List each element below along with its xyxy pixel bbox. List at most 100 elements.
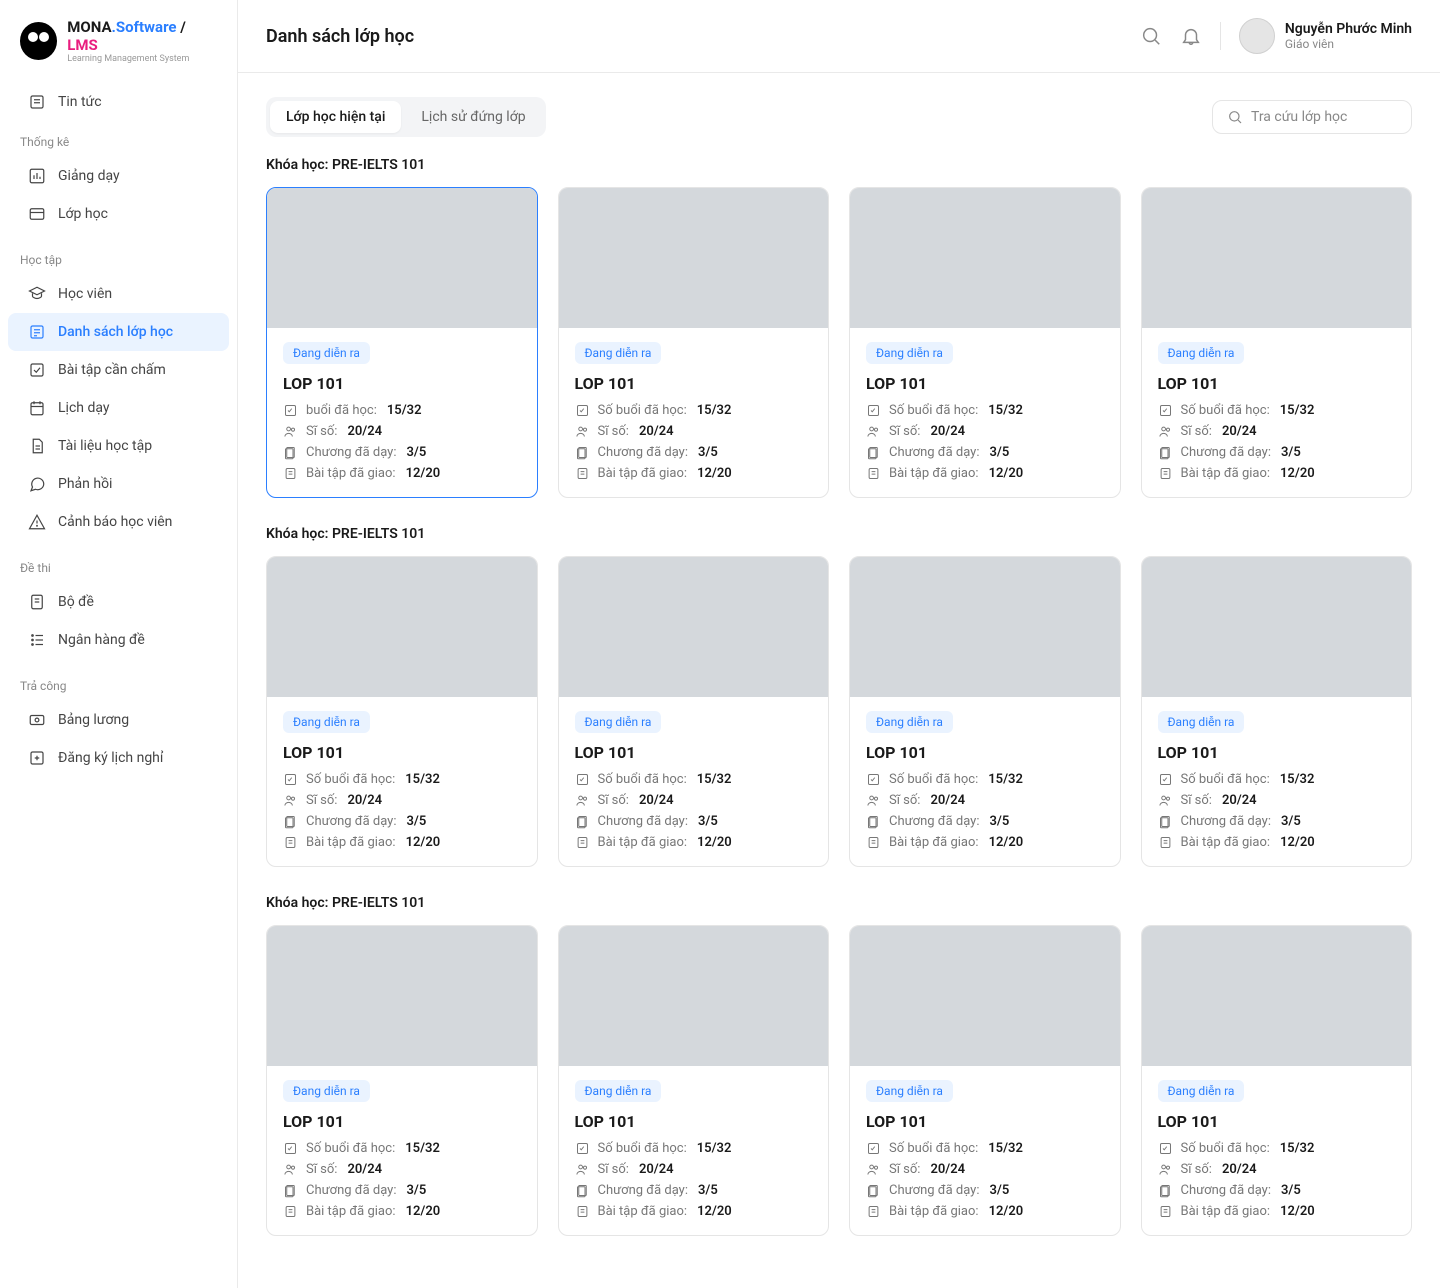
check-icon [28, 361, 46, 379]
stat-chapters: Chương đã dạy:3/5 [283, 814, 521, 829]
card-image [559, 926, 829, 1066]
class-card[interactable]: Đang diễn raLOP 101Số buổi đã học:15/32S… [266, 556, 538, 867]
stat-size: Sĩ số:20/24 [1158, 793, 1396, 808]
stat-homework: Bài tập đã giao:12/20 [1158, 466, 1396, 481]
sidebar-item-label: Ngân hàng đề [58, 632, 145, 648]
status-badge: Đang diễn ra [575, 1080, 662, 1102]
sidebar-heading: Đề thi [0, 553, 237, 583]
user-role: Giáo viên [1285, 37, 1412, 51]
logo-icon [20, 22, 57, 60]
sidebar-item-label: Danh sách lớp học [58, 324, 173, 340]
sidebar-item-label: Cảnh báo học viên [58, 514, 172, 530]
class-card[interactable]: Đang diễn raLOP 101Số buổi đã học:15/32S… [849, 187, 1121, 498]
tabs: Lớp học hiện tạiLịch sử đứng lớp [266, 97, 546, 137]
sidebar-item-label: Bài tập cần chấm [58, 362, 166, 378]
sidebar-item-label: Lịch dạy [58, 400, 110, 416]
stat-size: Sĩ số:20/24 [1158, 424, 1396, 439]
sidebar-item[interactable]: Bảng lương [8, 701, 229, 739]
sidebar-item[interactable]: Lịch dạy [8, 389, 229, 427]
class-card[interactable]: Đang diễn raLOP 101buổi đã học:15/32Sĩ s… [266, 187, 538, 498]
class-card[interactable]: Đang diễn raLOP 101Số buổi đã học:15/32S… [558, 187, 830, 498]
search-input[interactable]: Tra cứu lớp học [1212, 100, 1412, 134]
stat-homework: Bài tập đã giao:12/20 [1158, 835, 1396, 850]
class-card[interactable]: Đang diễn raLOP 101Số buổi đã học:15/32S… [1141, 187, 1413, 498]
sidebar-item[interactable]: Giảng dạy [8, 157, 229, 195]
search-icon[interactable] [1140, 25, 1162, 47]
status-badge: Đang diễn ra [575, 342, 662, 364]
stat-chapters: Chương đã dạy:3/5 [283, 1183, 521, 1198]
class-card[interactable]: Đang diễn raLOP 101Số buổi đã học:15/32S… [558, 925, 830, 1236]
sidebar-item[interactable]: Lớp học [8, 195, 229, 233]
user-menu[interactable]: Nguyễn Phước Minh Giáo viên [1239, 18, 1412, 54]
class-card[interactable]: Đang diễn raLOP 101Số buổi đã học:15/32S… [849, 925, 1121, 1236]
stat-chapters: Chương đã dạy:3/5 [1158, 1183, 1396, 1198]
stat-sessions: buổi đã học:15/32 [283, 403, 521, 418]
status-badge: Đang diễn ra [575, 711, 662, 733]
class-card[interactable]: Đang diễn raLOP 101Số buổi đã học:15/32S… [1141, 556, 1413, 867]
sidebar-item[interactable]: Học viên [8, 275, 229, 313]
stat-homework: Bài tập đã giao:12/20 [1158, 1204, 1396, 1219]
stat-chapters: Chương đã dạy:3/5 [1158, 445, 1396, 460]
stat-sessions: Số buổi đã học:15/32 [575, 403, 813, 418]
card-title: LOP 101 [866, 1112, 1104, 1131]
class-card[interactable]: Đang diễn raLOP 101Số buổi đã học:15/32S… [1141, 925, 1413, 1236]
sidebar-item[interactable]: Ngân hàng đề [8, 621, 229, 659]
stat-sessions: Số buổi đã học:15/32 [283, 1141, 521, 1156]
card-image [850, 557, 1120, 697]
logo-tagline: Learning Management System [67, 54, 217, 65]
stat-size: Sĩ số:20/24 [575, 793, 813, 808]
logo-title: MONA.Software / LMS [67, 18, 217, 54]
sidebar-item[interactable]: Danh sách lớp học [8, 313, 229, 351]
sidebar-heading: Học tập [0, 245, 237, 275]
stat-sessions: Số buổi đã học:15/32 [1158, 772, 1396, 787]
bell-icon[interactable] [1180, 25, 1202, 47]
card-title: LOP 101 [575, 374, 813, 393]
sidebar-item[interactable]: Bài tập cần chấm [8, 351, 229, 389]
sidebar-item-label: Lớp học [58, 206, 108, 222]
card-image [559, 188, 829, 328]
class-card[interactable]: Đang diễn raLOP 101Số buổi đã học:15/32S… [849, 556, 1121, 867]
card-title: LOP 101 [866, 743, 1104, 762]
news-icon [28, 93, 46, 111]
status-badge: Đang diễn ra [1158, 1080, 1245, 1102]
stat-chapters: Chương đã dạy:3/5 [575, 445, 813, 460]
status-badge: Đang diễn ra [866, 1080, 953, 1102]
stat-chapters: Chương đã dạy:3/5 [866, 1183, 1104, 1198]
class-card[interactable]: Đang diễn raLOP 101Số buổi đã học:15/32S… [266, 925, 538, 1236]
status-badge: Đang diễn ra [1158, 342, 1245, 364]
divider [1220, 22, 1221, 50]
leave-icon [28, 749, 46, 767]
sidebar-item[interactable]: Phản hồi [8, 465, 229, 503]
card-title: LOP 101 [283, 374, 521, 393]
feedback-icon [28, 475, 46, 493]
stat-homework: Bài tập đã giao:12/20 [866, 1204, 1104, 1219]
bank-icon [28, 631, 46, 649]
sidebar-item[interactable]: Đăng ký lịch nghỉ [8, 739, 229, 777]
stat-chapters: Chương đã dạy:3/5 [866, 814, 1104, 829]
logo[interactable]: MONA.Software / LMS Learning Management … [0, 18, 237, 83]
stat-sessions: Số buổi đã học:15/32 [1158, 1141, 1396, 1156]
class-card[interactable]: Đang diễn raLOP 101Số buổi đã học:15/32S… [558, 556, 830, 867]
tab[interactable]: Lớp học hiện tại [270, 101, 401, 133]
card-image [1142, 926, 1412, 1066]
card-image [267, 557, 537, 697]
status-badge: Đang diễn ra [283, 1080, 370, 1102]
sidebar-item[interactable]: Cảnh báo học viên [8, 503, 229, 541]
card-title: LOP 101 [575, 1112, 813, 1131]
card-image [559, 557, 829, 697]
stat-homework: Bài tập đã giao:12/20 [575, 1204, 813, 1219]
sidebar-item[interactable]: Bộ đề [8, 583, 229, 621]
stat-homework: Bài tập đã giao:12/20 [283, 835, 521, 850]
main: Danh sách lớp học Nguyễn Phước Minh Giáo… [238, 0, 1440, 1288]
sidebar-item-label: Bộ đề [58, 594, 94, 610]
content: Lớp học hiện tạiLịch sử đứng lớp Tra cứu… [238, 73, 1440, 1288]
sidebar-item-label: Tin tức [58, 94, 102, 110]
stat-chapters: Chương đã dạy:3/5 [575, 814, 813, 829]
stat-homework: Bài tập đã giao:12/20 [575, 835, 813, 850]
student-icon [28, 285, 46, 303]
stat-sessions: Số buổi đã học:15/32 [866, 1141, 1104, 1156]
sidebar-item-news[interactable]: Tin tức [8, 83, 229, 121]
tab[interactable]: Lịch sử đứng lớp [405, 101, 541, 133]
sidebar-item[interactable]: Tài liệu học tập [8, 427, 229, 465]
status-badge: Đang diễn ra [866, 342, 953, 364]
